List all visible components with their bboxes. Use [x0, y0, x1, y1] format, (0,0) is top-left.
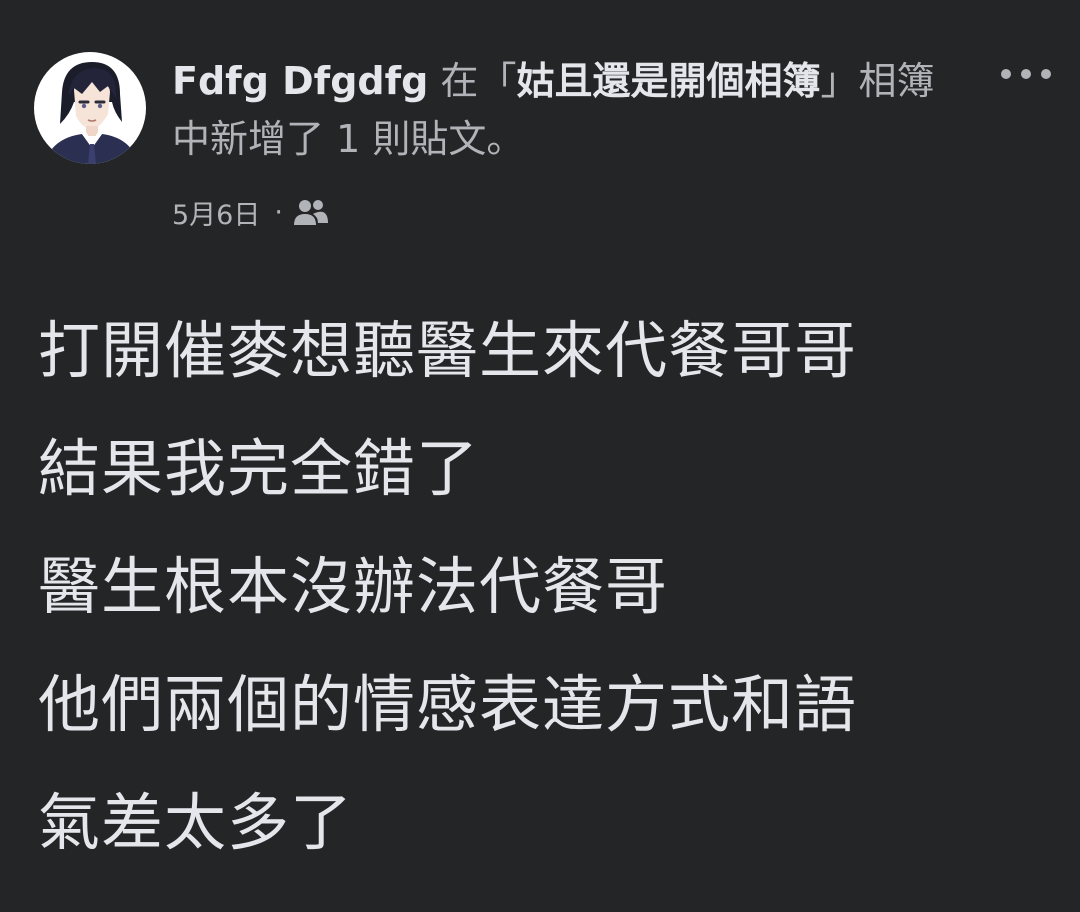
avatar-image [34, 52, 146, 164]
post-body: 打開催麥想聽醫生來代餐哥哥 結果我完全錯了 醫生根本沒辦法代餐哥 他們兩個的情感… [38, 292, 1058, 882]
avatar[interactable] [34, 52, 146, 164]
post-date[interactable]: 5月6日 [172, 193, 260, 232]
album-name[interactable]: 姑且還是開個相簿 [516, 59, 820, 103]
action-prefix: 在 [428, 59, 479, 103]
post-meta: 5月6日 · [172, 192, 329, 232]
post-line-3: 醫生根本沒辦法代餐哥 [38, 550, 669, 623]
post-line-5: 氣差太多了 [38, 786, 354, 859]
friends-icon[interactable] [293, 197, 329, 227]
meta-separator: · [274, 196, 283, 228]
author-name[interactable]: Fdfg Dfgdfg [172, 59, 428, 103]
album-close-bracket: 」 [820, 59, 859, 103]
post-header: Fdfg Dfgdfg 在「姑且還是開個相簿」相簿中新增了 1 則貼文。 [172, 52, 952, 168]
post-line-4: 他們兩個的情感表達方式和語 [38, 668, 858, 741]
post-line-2: 結果我完全錯了 [38, 432, 480, 505]
more-options-button[interactable] [995, 52, 1057, 96]
feed-post: Fdfg Dfgdfg 在「姑且還是開個相簿」相簿中新增了 1 則貼文。 5月6… [0, 0, 1080, 912]
post-line-1: 打開催麥想聽醫生來代餐哥哥 [38, 314, 858, 387]
more-horizontal-icon [1001, 69, 1051, 79]
album-open-bracket: 「 [478, 59, 517, 103]
